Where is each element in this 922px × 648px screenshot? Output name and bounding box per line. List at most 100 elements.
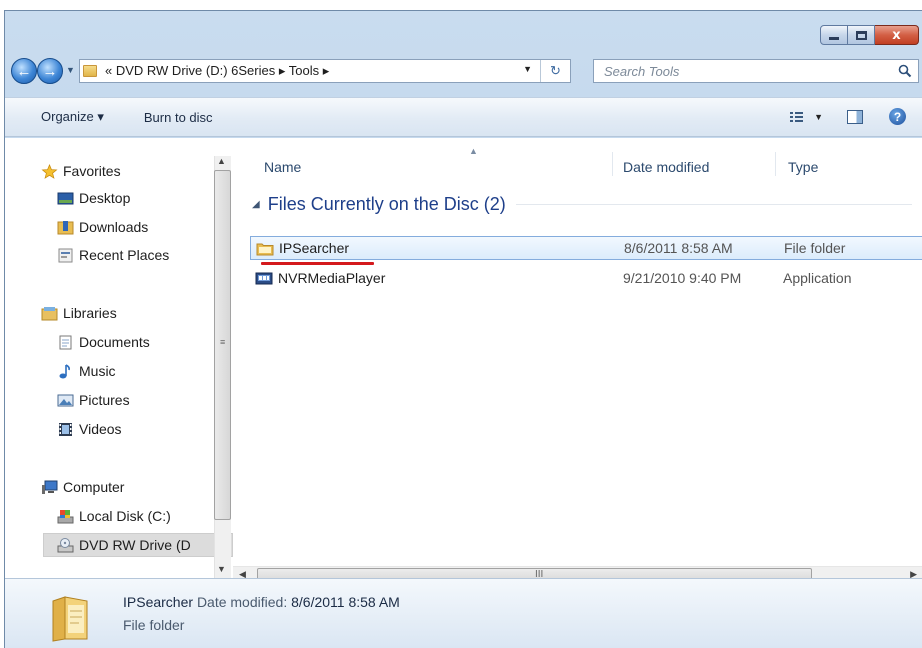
group-label: Files Currently on the Disc (2) <box>267 194 506 214</box>
nav-music[interactable]: Music <box>57 359 116 383</box>
preview-pane-icon[interactable] <box>847 109 863 124</box>
nav-libraries[interactable]: Libraries <box>41 301 117 325</box>
page-margin <box>0 0 922 10</box>
navigation-bar: ← → ▼ « DVD RW Drive (D:) 6Series ▸ Tool… <box>5 55 922 87</box>
file-type: File folder <box>784 240 846 256</box>
change-view-icon[interactable] <box>788 109 810 125</box>
column-date-modified[interactable]: Date modified <box>623 159 709 175</box>
file-row[interactable]: IPSearcher 8/6/2011 8:58 AM File folder <box>250 236 922 260</box>
nav-favorites[interactable]: Favorites <box>41 159 121 183</box>
details-title: IPSearcher Date modified: 8/6/2011 8:58 … <box>123 594 400 610</box>
downloads-folder-icon <box>57 220 74 234</box>
nav-recent-places[interactable]: Recent Places <box>57 243 169 267</box>
details-file-type: File folder <box>123 617 185 633</box>
search-box[interactable]: Search Tools <box>593 59 919 83</box>
sort-ascending-icon: ▲ <box>469 146 478 156</box>
title-bar: x <box>5 11 922 49</box>
nav-label: Computer <box>63 479 125 495</box>
scroll-grip-icon: ≡ <box>220 337 226 347</box>
file-date: 8/6/2011 8:58 AM <box>624 240 733 256</box>
close-button[interactable]: x <box>875 25 919 45</box>
column-type[interactable]: Type <box>788 159 818 175</box>
file-list: ▲ Name Date modified Type ◢ Files Curren… <box>234 138 922 566</box>
details-date-value: 8/6/2011 8:58 AM <box>291 594 400 610</box>
search-input[interactable]: Search Tools <box>604 64 679 79</box>
nav-pictures[interactable]: Pictures <box>57 388 130 412</box>
videos-icon <box>59 422 72 436</box>
documents-icon <box>59 335 72 349</box>
column-name[interactable]: Name <box>264 159 301 175</box>
scroll-up-arrow[interactable]: ▲ <box>217 156 226 166</box>
maximize-icon <box>855 30 867 40</box>
file-name: IPSearcher <box>279 240 350 256</box>
explorer-window: x ← → ▼ « DVD RW Drive (D:) 6Series ▸ To… <box>4 10 922 648</box>
nav-label: Local Disk (C:) <box>79 508 171 524</box>
burn-to-disc-button[interactable]: Burn to disc <box>138 106 219 129</box>
back-button[interactable]: ← <box>11 58 37 84</box>
details-file-name: IPSearcher <box>123 594 194 610</box>
application-icon <box>255 272 273 284</box>
nav-label: Libraries <box>63 305 117 321</box>
folder-icon <box>256 243 274 255</box>
recent-places-icon <box>58 248 73 262</box>
refresh-icon: ↻ <box>550 63 561 78</box>
nav-computer[interactable]: Computer <box>41 475 124 499</box>
view-options-dropdown[interactable]: ▼ <box>814 112 823 122</box>
nav-desktop[interactable]: Desktop <box>57 186 130 210</box>
column-divider[interactable] <box>775 152 776 176</box>
star-icon <box>41 163 58 179</box>
forward-button[interactable]: → <box>37 58 63 84</box>
nav-label: Favorites <box>63 163 121 179</box>
nav-documents[interactable]: Documents <box>57 330 150 354</box>
scroll-down-arrow[interactable]: ▼ <box>217 564 226 574</box>
local-disk-icon <box>57 509 74 523</box>
refresh-button[interactable]: ↻ <box>540 60 570 82</box>
breadcrumb[interactable]: « DVD RW Drive (D:) 6Series ▸ Tools ▸ <box>105 63 329 79</box>
desktop-icon <box>57 192 74 204</box>
file-type: Application <box>783 270 852 286</box>
column-divider[interactable] <box>612 152 613 176</box>
maximize-button[interactable] <box>848 25 875 45</box>
nav-local-disk[interactable]: Local Disk (C:) <box>57 504 171 528</box>
nav-label: Recent Places <box>79 247 170 263</box>
nav-label: DVD RW Drive (D <box>79 537 191 553</box>
dvd-drive-icon <box>57 537 74 552</box>
forward-arrow-icon: → <box>42 62 58 80</box>
address-history-dropdown[interactable]: ▼ <box>523 64 532 74</box>
close-icon: x <box>892 27 901 43</box>
help-button[interactable]: ? <box>889 108 906 125</box>
view-controls: ▼ ? <box>788 108 922 125</box>
navigation-pane: Favorites Desktop Downloads Recent Place… <box>5 138 233 578</box>
organize-button[interactable]: Organize ▾ <box>35 105 110 129</box>
minimize-button[interactable] <box>820 25 848 45</box>
file-row[interactable]: NVRMediaPlayer 9/21/2010 9:40 PM Applica… <box>250 266 922 290</box>
nav-label: Documents <box>79 334 150 350</box>
annotation-underline <box>261 262 374 265</box>
window-controls: x <box>820 25 919 45</box>
details-pane: IPSearcher Date modified: 8/6/2011 8:58 … <box>5 578 922 648</box>
search-icon[interactable] <box>898 64 912 78</box>
details-date-label: Date modified: <box>196 594 288 610</box>
file-date: 9/21/2010 9:40 PM <box>623 270 742 286</box>
nav-videos[interactable]: Videos <box>57 417 122 441</box>
collapse-group-icon[interactable]: ◢ <box>252 199 260 210</box>
nav-label: Desktop <box>79 190 131 206</box>
nav-label: Music <box>79 363 116 379</box>
file-name: NVRMediaPlayer <box>278 270 386 286</box>
nav-downloads[interactable]: Downloads <box>57 215 148 239</box>
group-divider <box>515 204 912 205</box>
minimize-icon <box>829 36 839 40</box>
music-icon <box>59 363 70 378</box>
address-bar[interactable]: « DVD RW Drive (D:) 6Series ▸ Tools ▸ ▼ … <box>79 59 571 83</box>
libraries-icon <box>41 306 58 320</box>
back-arrow-icon: ← <box>16 62 32 80</box>
command-bar: Organize ▾ Burn to disc ▼ ? <box>5 97 922 137</box>
nav-dvd-drive[interactable]: DVD RW Drive (D <box>57 533 191 557</box>
recent-pages-dropdown[interactable]: ▼ <box>66 65 75 75</box>
pictures-icon <box>57 394 74 406</box>
nav-label: Downloads <box>79 219 149 235</box>
folder-icon <box>83 65 97 77</box>
group-header[interactable]: ◢ Files Currently on the Disc (2) <box>252 194 912 215</box>
nav-label: Videos <box>79 421 122 437</box>
column-headers: ▲ Name Date modified Type <box>234 138 922 178</box>
